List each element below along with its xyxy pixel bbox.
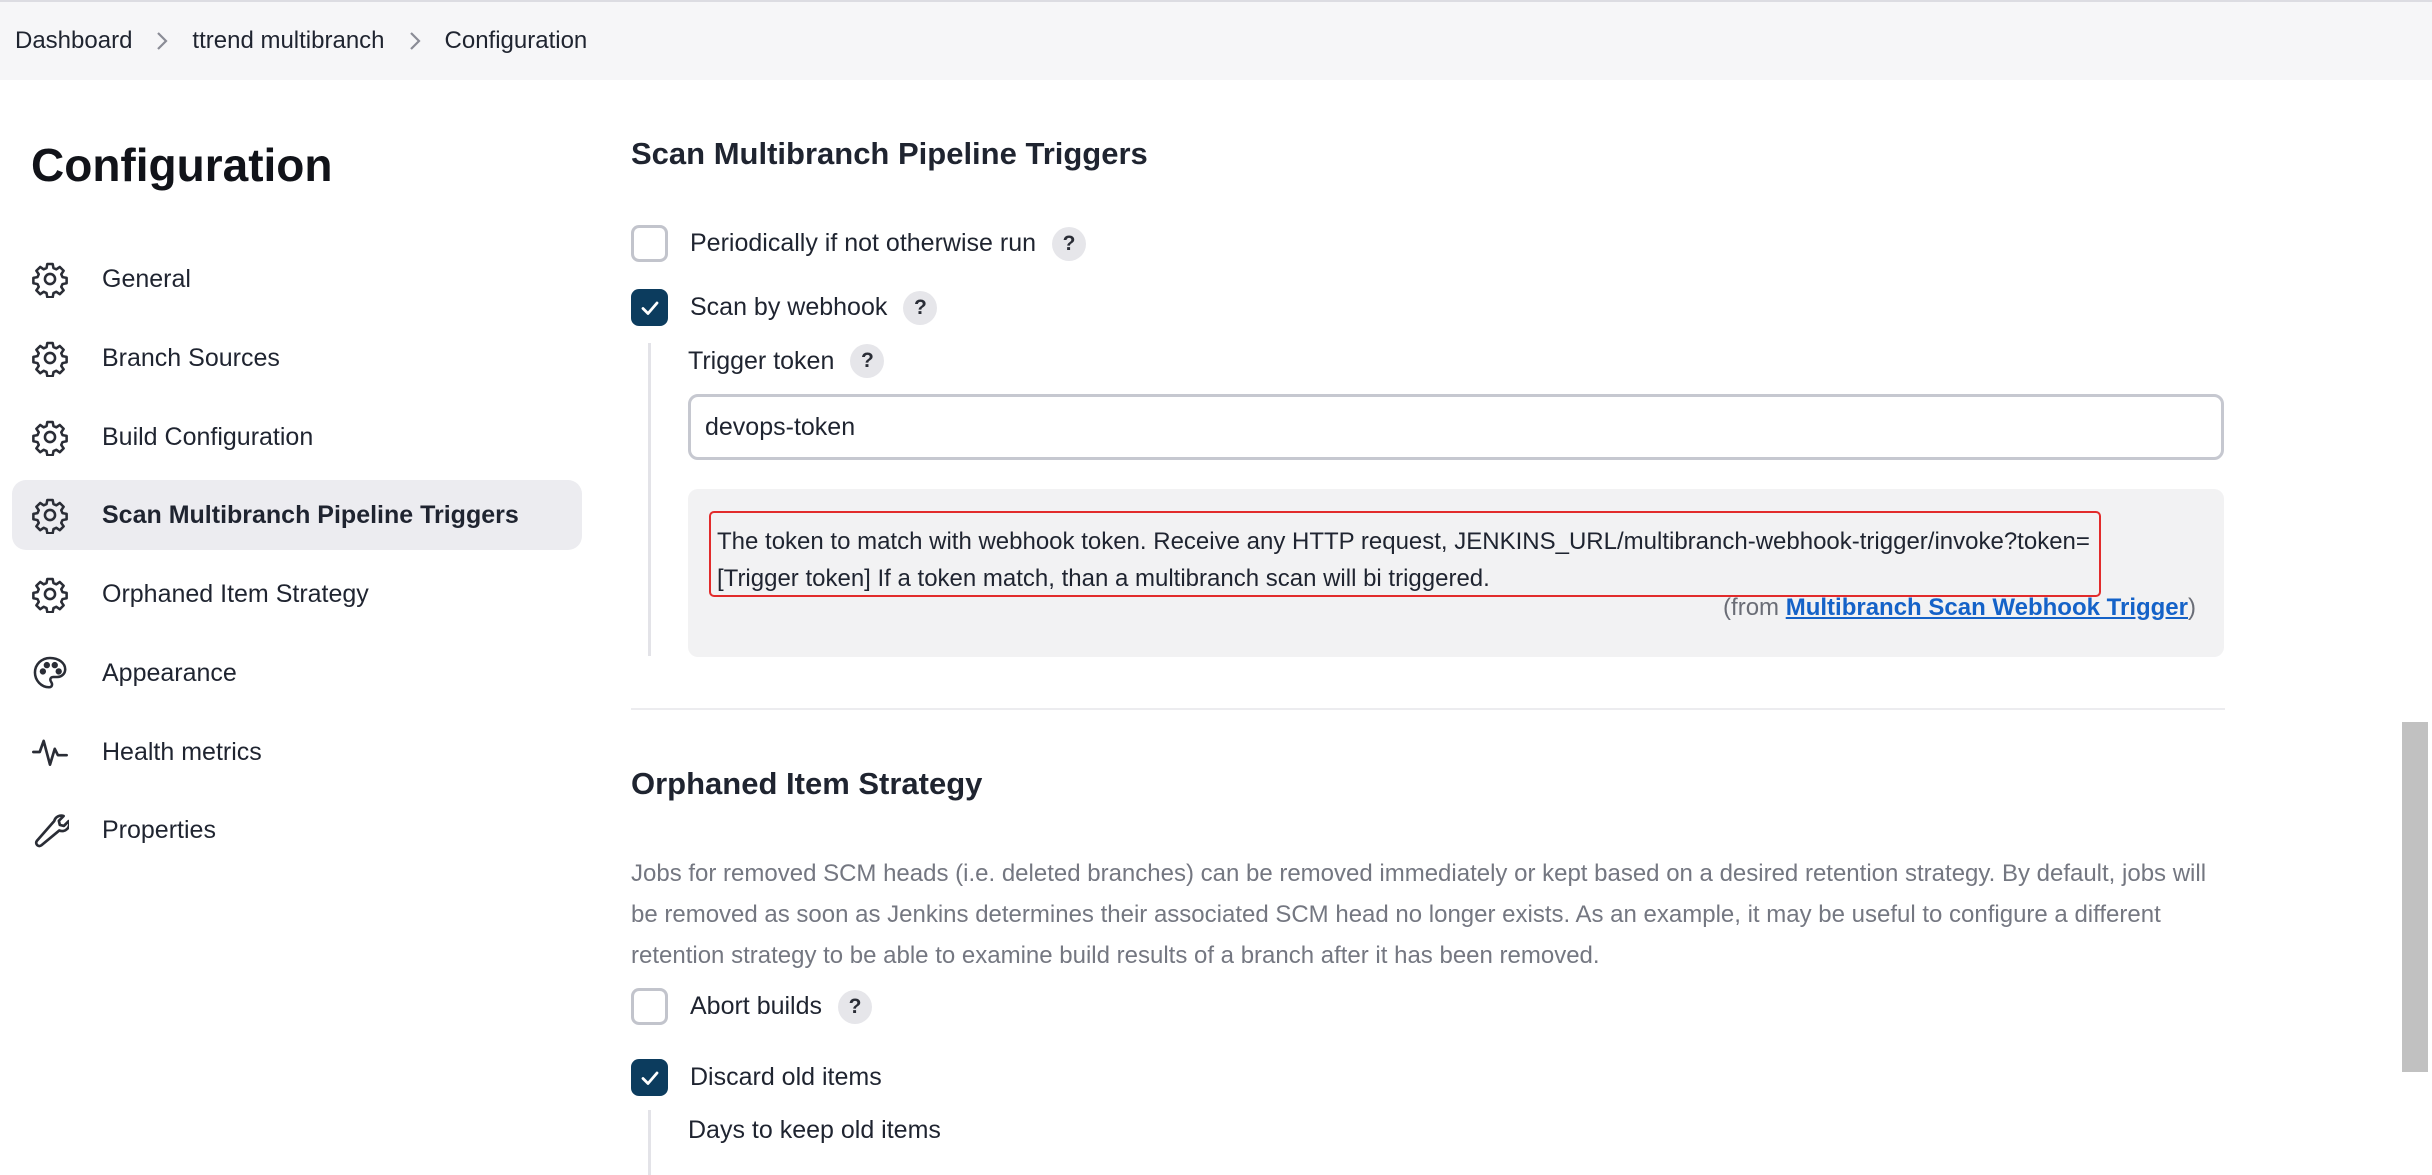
abort-builds-row: Abort builds ? [631,988,873,1025]
nested-indent-line [648,343,651,656]
periodically-label[interactable]: Periodically if not otherwise run [690,229,1036,258]
help-text-line-2: [Trigger token] If a token match, than a… [717,565,1490,592]
help-source: (from Multibranch Scan Webhook Trigger) [1723,594,2196,622]
sidebar-item-label: Branch Sources [102,343,280,372]
sidebar-item-label: Health metrics [102,737,262,766]
discard-old-items-checkbox[interactable] [631,1059,668,1096]
periodically-row: Periodically if not otherwise run ? [631,225,1086,262]
sidebar-item-scan-multibranch-pipeline-triggers[interactable]: Scan Multibranch Pipeline Triggers [12,480,582,550]
help-icon[interactable]: ? [850,344,885,378]
help-icon[interactable]: ? [838,989,873,1024]
sidebar-item-appearance[interactable]: Appearance [12,638,582,708]
palette-icon [30,653,70,693]
sidebar-item-branch-sources[interactable]: Branch Sources [12,323,582,393]
trigger-token-label: Trigger token [688,346,835,375]
sidebar-item-general[interactable]: General [12,244,582,314]
breadcrumb-ttrend-multibranch[interactable]: ttrend multibranch [192,27,384,55]
gear-icon [30,574,70,614]
sidebar-item-properties[interactable]: Properties [12,795,582,865]
check-icon [641,301,658,315]
abort-builds-checkbox[interactable] [631,988,668,1025]
section-title-triggers: Scan Multibranch Pipeline Triggers [631,136,1148,171]
trigger-token-input[interactable] [688,394,2224,460]
pulse-icon [30,732,70,772]
help-icon[interactable]: ? [903,290,938,325]
discard-old-items-label[interactable]: Discard old items [690,1063,882,1092]
help-icon[interactable]: ? [1052,226,1086,261]
breadcrumb-dashboard[interactable]: Dashboard [15,27,132,55]
periodically-checkbox[interactable] [631,225,668,262]
gear-icon [30,338,70,378]
help-source-suffix: ) [2188,594,2196,621]
help-text-line-1: The token to match with webhook token. R… [717,528,2090,555]
section-title-orphaned: Orphaned Item Strategy [631,766,983,801]
breadcrumb-configuration[interactable]: Configuration [445,27,588,55]
scrollbar-thumb[interactable] [2402,722,2428,1072]
nested-indent-line [648,1110,651,1175]
sidebar-item-build-configuration[interactable]: Build Configuration [12,402,582,472]
webhook-checkbox[interactable] [631,289,668,326]
sidebar-item-orphaned-item-strategy[interactable]: Orphaned Item Strategy [12,559,582,629]
webhook-label[interactable]: Scan by webhook [690,293,887,322]
chevron-right-icon [385,30,445,52]
days-to-keep-row: Days to keep old items [688,1116,941,1145]
help-source-prefix: (from [1723,594,1786,621]
days-to-keep-label: Days to keep old items [688,1116,941,1144]
sidebar-item-label: Appearance [102,658,237,687]
webhook-row: Scan by webhook ? [631,289,938,326]
trigger-token-label-row: Trigger token ? [688,344,885,378]
check-icon [641,1071,658,1085]
sidebar-item-label: Properties [102,815,216,844]
discard-old-items-row: Discard old items [631,1059,882,1096]
orphaned-description: Jobs for removed SCM heads (i.e. deleted… [631,860,2207,969]
help-text-highlighted: The token to match with webhook token. R… [709,511,2101,597]
abort-builds-label[interactable]: Abort builds [690,992,822,1021]
section-divider [631,708,2225,710]
sidebar-item-label: General [102,264,191,293]
sidebar-item-label: Build Configuration [102,422,314,451]
gear-icon [30,259,70,299]
breadcrumb: Dashboard ttrend multibranch Configurati… [0,0,2432,80]
sidebar-item-label: Orphaned Item Strategy [102,579,369,608]
chevron-right-icon [132,30,192,52]
gear-icon [30,495,70,535]
sidebar-item-label: Scan Multibranch Pipeline Triggers [102,500,519,529]
gear-icon [30,417,70,457]
help-source-link[interactable]: Multibranch Scan Webhook Trigger [1786,594,2188,621]
sidebar-item-health-metrics[interactable]: Health metrics [12,717,582,787]
wrench-icon [30,810,70,850]
page-title: Configuration [31,139,333,191]
